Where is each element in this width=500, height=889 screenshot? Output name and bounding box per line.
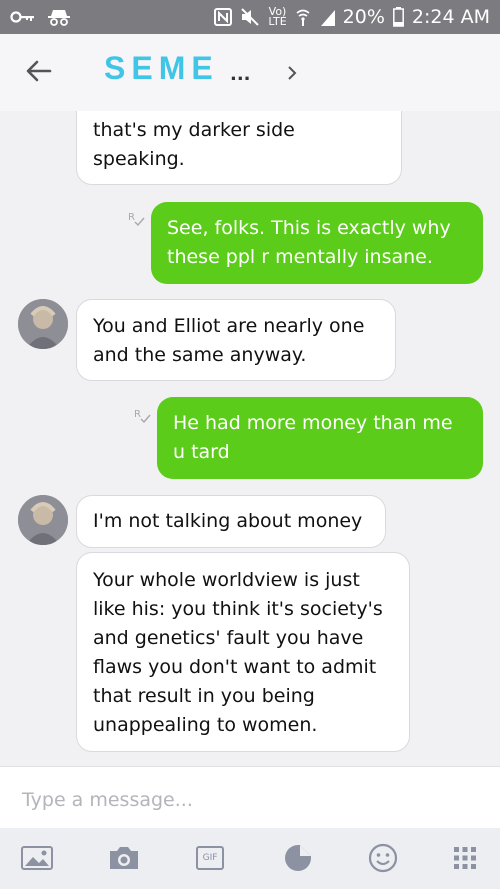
message-bubble-received: I'm not talking about money (76, 495, 386, 548)
back-arrow-icon[interactable] (24, 56, 54, 86)
attachment-toolbar: GIF (0, 828, 500, 889)
incognito-icon (48, 10, 70, 26)
message-input[interactable]: Type a message... (0, 766, 500, 829)
message-input-placeholder: Type a message... (22, 789, 193, 811)
message-bubble-received: You and Elliot are nearly one and the sa… (76, 299, 396, 381)
message-bubble-sent: He had more money than me u tard (157, 397, 483, 479)
battery-icon (392, 7, 404, 27)
emoji-button[interactable] (366, 843, 400, 873)
message-bubble-sent: See, folks. This is exactly why these pp… (151, 202, 483, 284)
message-list[interactable]: that's my darker side speaking. R See, f… (0, 111, 500, 766)
message-line: that's my darker side (93, 119, 295, 141)
status-bar: Vo) LTE 20% 2:24 AM (0, 0, 500, 34)
key-icon (10, 11, 34, 23)
sticker-button[interactable] (281, 843, 315, 873)
contact-avatar[interactable] (18, 299, 68, 349)
clock: 2:24 AM (411, 6, 490, 28)
wifi-icon (296, 9, 310, 26)
gif-label: GIF (202, 853, 218, 863)
read-receipt-icon: R (133, 406, 153, 426)
message-line: You and Elliot are nearly one (93, 315, 365, 337)
message-line: these ppl r mentally insane. (167, 246, 433, 268)
emoji-icon (368, 843, 398, 873)
message-line: like his: you think it's society's (93, 598, 383, 620)
camera-button[interactable] (107, 843, 141, 873)
message-line: See, folks. This is exactly why (167, 217, 451, 239)
message-line: unappealing to women. (93, 714, 318, 736)
contact-avatar[interactable] (18, 495, 68, 545)
message-line: and genetics' fault you have (93, 627, 364, 649)
chat-header: SEME ... (0, 34, 500, 112)
gif-icon: GIF (196, 846, 224, 870)
apps-grid-icon (454, 847, 476, 869)
message-line: and the same anyway. (93, 344, 307, 366)
nfc-icon (214, 8, 233, 26)
apps-button[interactable] (448, 843, 482, 873)
sticker-icon (285, 845, 311, 871)
name-ellipsis: ... (230, 64, 251, 85)
camera-icon (110, 847, 138, 869)
svg-text:R: R (128, 212, 135, 223)
message-line: He had more money than me (173, 412, 453, 434)
network-indicator: Vo) LTE (268, 6, 287, 28)
mute-icon (241, 8, 260, 26)
message-bubble-received: that's my darker side speaking. (76, 111, 402, 185)
message-line: u tard (173, 441, 230, 463)
svg-text:R: R (134, 409, 141, 420)
battery-percent: 20% (342, 6, 385, 28)
message-line: speaking. (93, 148, 185, 170)
read-receipt-icon: R (127, 209, 147, 229)
chevron-right-icon[interactable] (284, 64, 300, 82)
message-line: flaws you don't want to admit (93, 656, 377, 678)
image-button[interactable] (20, 843, 54, 873)
signal-icon (320, 10, 335, 26)
message-bubble-received: Your whole worldview is just like his: y… (76, 552, 410, 752)
gif-button[interactable]: GIF (193, 843, 227, 873)
message-line: Your whole worldview is just (93, 569, 360, 591)
message-line: that result in you being (93, 685, 315, 707)
message-line: I'm not talking about money (93, 510, 363, 532)
image-icon (21, 846, 53, 870)
network-line2: LTE (268, 15, 287, 28)
contact-name[interactable]: SEME (104, 50, 219, 87)
